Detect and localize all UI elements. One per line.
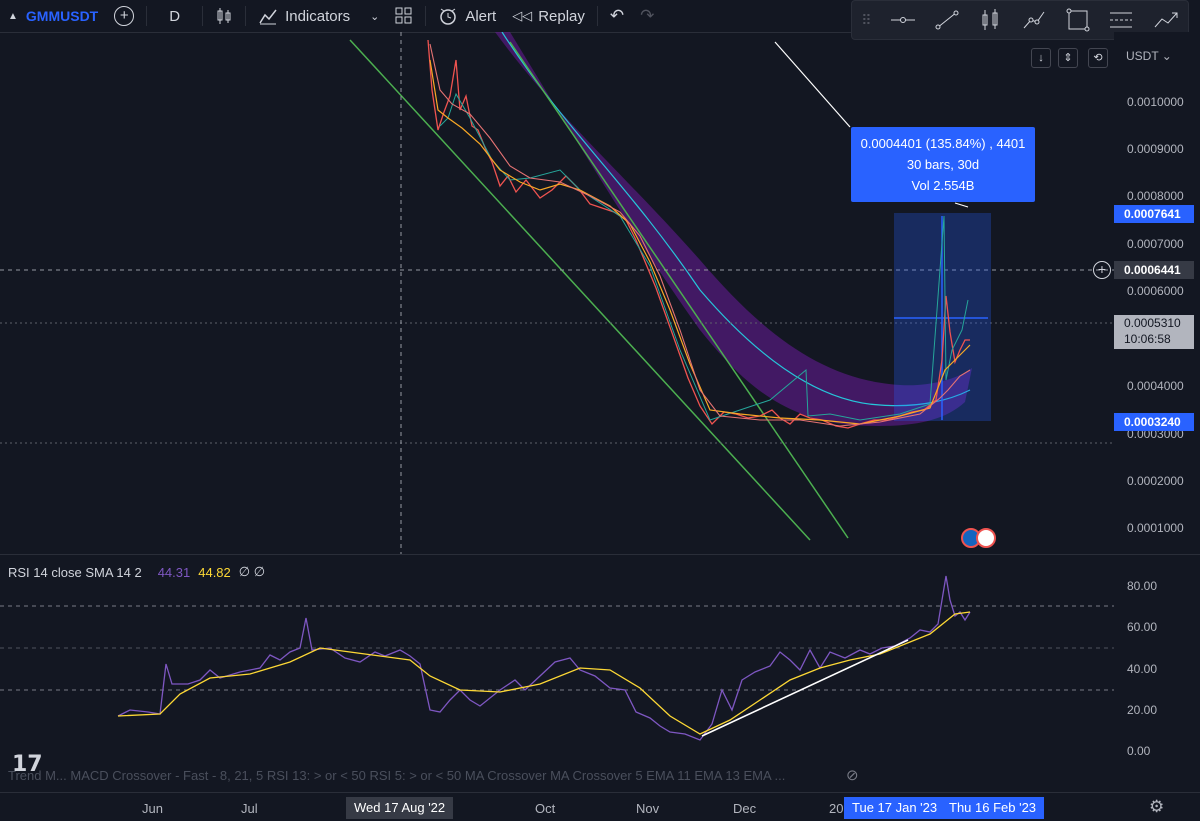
alarm-clock-icon (440, 8, 457, 25)
auto-scale-button[interactable]: ⇕ (1058, 48, 1078, 68)
chart-type-button[interactable] (207, 0, 241, 32)
settings-gear-icon[interactable]: ⚙ (1149, 797, 1164, 817)
trend-line-icon[interactable] (934, 9, 960, 31)
price-chart[interactable] (0, 32, 1114, 554)
us-flag-event-icon[interactable] (976, 528, 996, 548)
range-end-tag: Thu 16 Feb '23 (941, 797, 1045, 819)
divider (596, 6, 598, 26)
time-label: 20 (829, 801, 844, 816)
replay-label: Replay (538, 7, 585, 25)
drag-handle-icon[interactable]: ⠿ (861, 12, 871, 29)
indicators-label: Indicators (285, 7, 351, 25)
price-label: 0.0006000 (1127, 284, 1184, 298)
templates-button[interactable] (387, 0, 421, 32)
price-label: 0.0002000 (1127, 474, 1184, 488)
fit-screen-button[interactable]: ⟲ (1088, 48, 1108, 68)
ma-slow (429, 43, 971, 427)
rsi-line (117, 575, 971, 741)
measure-pointer (954, 202, 969, 208)
forecast-icon[interactable] (1153, 9, 1179, 31)
current-price: 0.0005310 (1124, 316, 1181, 330)
redo-button[interactable]: ↷ (632, 0, 662, 32)
rewind-icon: ◁◁ (512, 8, 533, 23)
time-label: Jun (142, 801, 163, 816)
currency-label: USDT (1126, 49, 1159, 63)
measure-change: 0.0004401 (135.84%) , 4401 (860, 136, 1026, 151)
price-label: 0.0009000 (1127, 142, 1184, 156)
replay-button[interactable]: ◁◁ Replay (504, 0, 593, 32)
indicators-status-line[interactable]: Trend M... MACD Crossover - Fast - 8, 21… (8, 768, 785, 783)
time-label: Nov (636, 801, 660, 816)
rectangle-icon[interactable] (1066, 8, 1090, 32)
symbol-name: GMMUSDT (25, 8, 99, 24)
plus-circle-icon: + (114, 6, 135, 26)
path-icon[interactable] (1021, 9, 1047, 31)
add-alert-button[interactable]: + (1093, 261, 1111, 279)
chevron-down-icon: ⌄ (370, 10, 380, 23)
indicators-icon (259, 9, 277, 25)
price-label: 0.0001000 (1127, 521, 1184, 535)
range-start-tag: Tue 17 Jan '23 (844, 797, 946, 819)
undo-button[interactable]: ↶ (602, 0, 632, 32)
tradingview-logo-icon: ▲ (8, 10, 18, 22)
rsi-label: 20.00 (1127, 703, 1158, 717)
price-label: 0.0004000 (1127, 379, 1184, 393)
current-price-tag: 0.0005310 10:06:58 (1114, 315, 1194, 349)
interval-label: D (169, 7, 181, 25)
rsi-label: 60.00 (1127, 620, 1158, 634)
channel-line-upper (509, 41, 849, 539)
scroll-down-button[interactable]: ↓ (1031, 48, 1051, 68)
rsi-chart[interactable] (0, 555, 1114, 765)
measure-volume: Vol 2.554B (911, 178, 975, 193)
time-label: Dec (733, 801, 757, 816)
measure-low-tag: 0.0003240 (1114, 413, 1194, 431)
candles-icon (217, 8, 231, 24)
price-label: 0.0007000 (1127, 237, 1184, 251)
alert-label: Alert (465, 7, 497, 25)
symbol-search[interactable]: ▲ GMMUSDT (0, 0, 106, 32)
time-label: Oct (535, 801, 556, 816)
divider (146, 6, 148, 26)
channel-line-lower (349, 39, 811, 541)
divider (245, 6, 247, 26)
parallel-channel-icon[interactable] (1108, 9, 1134, 31)
ma-fast (429, 59, 971, 425)
price-label: 0.0010000 (1127, 95, 1184, 109)
time-axis[interactable]: Jun Jul Oct Nov Dec 20 Wed 17 Aug '22 Tu… (0, 792, 1200, 821)
time-label: Jul (241, 801, 258, 816)
rsi-label: 0.00 (1127, 744, 1151, 758)
redo-icon: ↷ (640, 6, 655, 25)
price-candles (427, 39, 970, 429)
crosshair-price-tag: 0.0006441 (1114, 261, 1194, 279)
chevron-down-icon: ⌄ (1158, 49, 1172, 63)
rsi-label: 40.00 (1127, 662, 1158, 676)
long-candles-icon[interactable] (979, 8, 1003, 32)
trend-line (774, 41, 851, 128)
measure-bars: 30 bars, 30d (906, 157, 980, 172)
measure-high-tag: 0.0007641 (1114, 205, 1194, 223)
price-label: 0.0008000 (1127, 189, 1184, 203)
grid-icon (395, 7, 412, 24)
currency-select[interactable]: USDT ⌄ (1126, 49, 1172, 63)
divider (425, 6, 427, 26)
rsi-label: 80.00 (1127, 579, 1158, 593)
measure-tooltip: 0.0004401 (135.84%) , 4401 30 bars, 30d … (851, 127, 1035, 202)
indicators-button[interactable]: Indicators ⌄ (250, 0, 387, 32)
compare-button[interactable]: + (106, 0, 142, 32)
crosshair-date-tag: Wed 17 Aug '22 (346, 797, 454, 819)
undo-icon: ↶ (609, 6, 625, 25)
rsi-trend-line (701, 639, 909, 737)
eye-off-icon[interactable]: ⊘ (846, 766, 859, 784)
horizontal-ray-icon[interactable] (890, 11, 916, 29)
interval-button[interactable]: D (151, 0, 198, 32)
alert-button[interactable]: Alert (430, 0, 504, 32)
tradingview-watermark-icon: 17 (12, 752, 43, 777)
bar-countdown: 10:06:58 (1124, 332, 1171, 346)
divider (202, 6, 204, 26)
